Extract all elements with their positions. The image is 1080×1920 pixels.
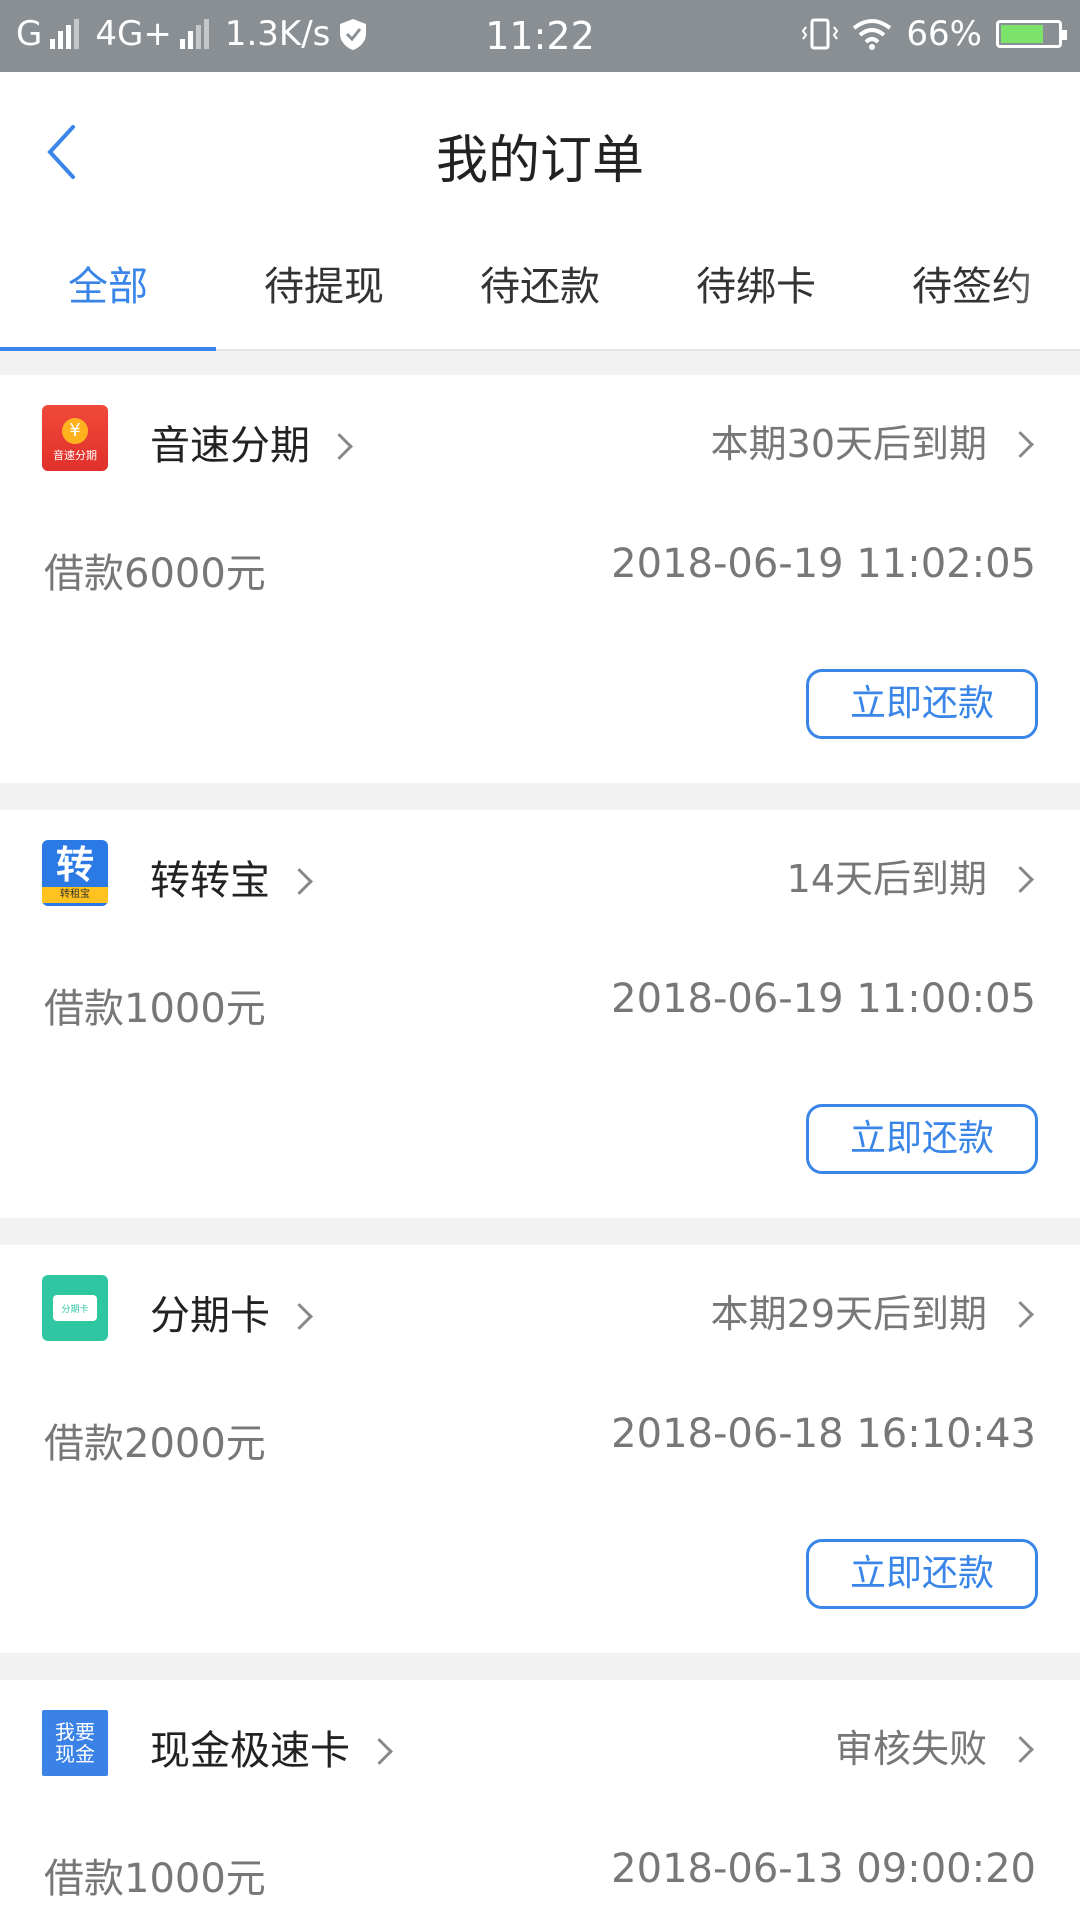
product-name-label: 音速分期 [150, 423, 310, 469]
product-name-label: 分期卡 [150, 1293, 270, 1339]
order-card[interactable]: 我要现金 现金极速卡 审核失败 借款1000元 2018-06-13 09:00… [0, 1680, 1080, 1920]
tab-pending-bind-card[interactable]: 待绑卡 [648, 254, 864, 312]
due-status-label: 审核失败 [834, 1727, 987, 1771]
product-name[interactable]: 现金极速卡 [150, 1718, 393, 1776]
order-date: 2018-06-13 09:00:20 [611, 1846, 1036, 1892]
chevron-right-icon [1007, 1736, 1034, 1763]
battery-percent: 66% [906, 14, 982, 54]
loan-amount: 借款6000元 [44, 551, 266, 597]
app-logo-icon: 分期卡 [42, 1275, 108, 1341]
due-status-label: 本期30天后到期 [710, 422, 987, 466]
order-date: 2018-06-19 11:02:05 [611, 541, 1036, 587]
due-status-label: 14天后到期 [786, 857, 987, 901]
order-card[interactable]: 分期卡 分期卡 本期29天后到期 借款2000元 2018-06-18 16:1… [0, 1245, 1080, 1653]
product-name[interactable]: 转转宝 [150, 848, 313, 906]
yen-coin-icon: ¥ [62, 417, 88, 444]
order-date: 2018-06-19 11:00:05 [611, 976, 1036, 1022]
product-name[interactable]: 分期卡 [150, 1283, 313, 1341]
order-card[interactable]: ¥ 音速分期 音速分期 本期30天后到期 借款6000元 2018-06-19 … [0, 375, 1080, 783]
logo-glyph: 转 [55, 843, 94, 887]
tab-fade [1010, 224, 1080, 344]
chevron-right-icon [286, 867, 313, 895]
tab-bar: 全部 待提现 待还款 待绑卡 待签约 [0, 224, 1080, 351]
logo-text: 分期卡 [53, 1295, 97, 1321]
chevron-right-icon [366, 1737, 393, 1765]
page-title: 我的订单 [435, 131, 644, 191]
product-name-label: 转转宝 [150, 858, 270, 904]
logo-text: 我要现金 [55, 1720, 95, 1766]
status-bar: G 4G+ 1.3K/s 11:22 66% [0, 0, 1080, 72]
tab-pending-repay[interactable]: 待还款 [432, 254, 648, 312]
due-status[interactable]: 审核失败 [834, 1718, 1034, 1773]
due-status-label: 本期29天后到期 [710, 1292, 987, 1336]
active-tab-indicator [0, 347, 216, 351]
wifi-icon [853, 19, 892, 50]
chevron-right-icon [326, 432, 353, 460]
chevron-right-icon [1007, 1301, 1034, 1328]
chevron-right-icon [286, 1302, 313, 1330]
app-logo-icon: ¥ 音速分期 [42, 405, 108, 471]
loan-amount: 借款1000元 [44, 1856, 266, 1902]
due-status[interactable]: 本期30天后到期 [710, 413, 1034, 468]
product-name[interactable]: 音速分期 [150, 413, 353, 471]
logo-text: 转租宝 [42, 887, 108, 903]
loan-amount: 借款1000元 [44, 986, 266, 1032]
battery-icon [996, 20, 1067, 48]
app-logo-icon: 我要现金 [42, 1710, 108, 1776]
loan-amount: 借款2000元 [44, 1421, 266, 1467]
chevron-right-icon [1007, 866, 1034, 893]
chevron-right-icon [1007, 431, 1034, 458]
repay-now-button[interactable]: 立即还款 [806, 1539, 1038, 1609]
app-logo-icon: 转 转租宝 [42, 840, 108, 906]
order-card[interactable]: 转 转租宝 转转宝 14天后到期 借款1000元 2018-06-19 11:0… [0, 810, 1080, 1218]
vibrate-icon [802, 18, 839, 50]
due-status[interactable]: 本期29天后到期 [710, 1283, 1034, 1338]
logo-text: 音速分期 [53, 448, 97, 462]
product-name-label: 现金极速卡 [150, 1728, 350, 1774]
status-right: 66% [802, 14, 1067, 54]
repay-now-button[interactable]: 立即还款 [806, 1104, 1038, 1174]
nav-bar: 我的订单 [0, 72, 1080, 224]
tab-pending-withdraw[interactable]: 待提现 [216, 254, 432, 312]
repay-now-button[interactable]: 立即还款 [806, 669, 1038, 739]
due-status[interactable]: 14天后到期 [786, 848, 1034, 903]
tab-all[interactable]: 全部 [0, 254, 216, 312]
order-date: 2018-06-18 16:10:43 [611, 1411, 1036, 1457]
